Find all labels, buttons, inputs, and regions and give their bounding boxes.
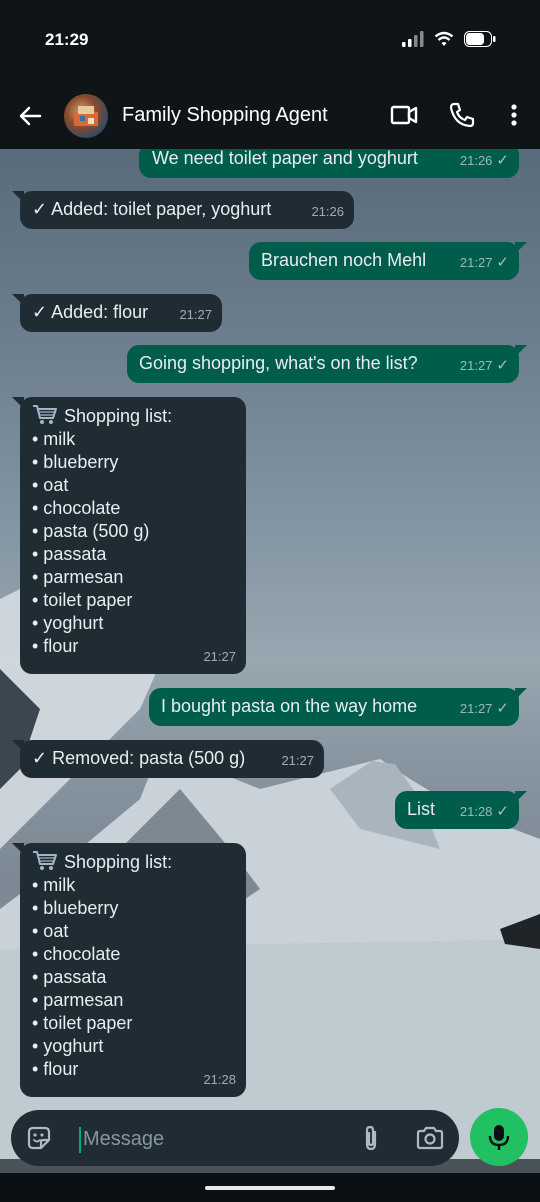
message-text: List: [407, 799, 436, 819]
avatar[interactable]: [64, 94, 108, 138]
message-time: 21:26: [311, 204, 344, 219]
list-title: Shopping list:: [64, 852, 173, 872]
list-header: Shopping list:: [32, 850, 234, 874]
message-incoming-list[interactable]: Shopping list: • milk • blueberry • oat …: [12, 397, 246, 674]
message-outgoing[interactable]: Going shopping, what's on the list? 21:2…: [127, 345, 527, 383]
message-meta: 21:28 ✓: [460, 800, 509, 823]
message-meta: 21:28: [203, 1068, 236, 1091]
message-text: ✓ Added: flour: [32, 302, 149, 322]
message-outgoing[interactable]: Brauchen noch Mehl 21:27 ✓: [249, 242, 527, 280]
message-meta: 21:27: [179, 303, 212, 326]
signal-icon: [402, 31, 424, 47]
back-arrow-icon[interactable]: [16, 102, 44, 130]
message-time: 21:27: [281, 753, 314, 768]
message-meta: 21:27 ✓: [460, 697, 509, 720]
message-meta: 21:27 ✓: [460, 251, 509, 274]
message-outgoing[interactable]: I bought pasta on the way home 21:27 ✓: [149, 688, 527, 726]
message-text: ✓ Removed: pasta (500 g): [32, 748, 246, 768]
message-time: 21:27: [459, 255, 493, 270]
attach-icon[interactable]: [359, 1124, 383, 1152]
list-item: • blueberry: [32, 898, 119, 918]
message-incoming[interactable]: ✓ Removed: pasta (500 g) 21:27: [12, 740, 324, 778]
mic-button[interactable]: [470, 1108, 528, 1166]
home-indicator[interactable]: [205, 1186, 335, 1190]
message-time: 21:26: [459, 153, 493, 168]
list-item: • passata: [32, 544, 107, 564]
list-item: • pasta (500 g): [32, 521, 150, 541]
message-text: Brauchen noch Mehl: [261, 250, 427, 270]
message-text: Going shopping, what's on the list?: [139, 353, 418, 373]
list-item: • chocolate: [32, 944, 121, 964]
phone-icon[interactable]: [447, 100, 477, 130]
message-incoming[interactable]: ✓ Added: toilet paper, yoghurt 21:26: [12, 191, 354, 229]
message-time: 21:28: [459, 804, 493, 819]
avatar-image: [74, 106, 98, 126]
chat-area[interactable]: We need toilet paper and yoghurt 21:26 ✓ …: [0, 149, 540, 1173]
message-meta: 21:27: [203, 645, 236, 668]
read-check-icon: ✓: [496, 803, 509, 820]
list-item: • milk: [32, 875, 76, 895]
list-header: Shopping list:: [32, 404, 234, 428]
message-incoming[interactable]: ✓ Added: flour 21:27: [12, 294, 222, 332]
cart-icon: [33, 405, 57, 424]
message-text: I bought pasta on the way home: [161, 696, 418, 716]
message-time: 21:27: [179, 307, 212, 322]
system-nav-bar: [0, 1173, 540, 1202]
message-text: ✓ Added: toilet paper, yoghurt: [32, 199, 272, 219]
message-composer[interactable]: Message: [11, 1110, 459, 1166]
message-meta: 21:27 ✓: [460, 354, 509, 377]
list-item: • milk: [32, 429, 76, 449]
wifi-icon: [434, 31, 454, 46]
camera-icon[interactable]: [415, 1124, 445, 1152]
list-item: • chocolate: [32, 498, 121, 518]
mic-icon: [488, 1125, 510, 1150]
list-item: • oat: [32, 921, 69, 941]
read-check-icon: ✓: [496, 152, 509, 169]
list-item: • toilet paper: [32, 1013, 133, 1033]
message-meta: 21:27: [281, 749, 314, 772]
message-outgoing[interactable]: List 21:28 ✓: [395, 791, 527, 829]
message-meta: 21:26 ✓: [460, 149, 509, 172]
list-item: • toilet paper: [32, 590, 133, 610]
status-time: 21:29: [45, 30, 89, 49]
message-meta: 21:26: [311, 200, 344, 223]
message-input[interactable]: Message: [79, 1127, 164, 1153]
list-item: • oat: [32, 475, 69, 495]
message-text: We need toilet paper and yoghurt: [152, 149, 418, 168]
message-time: 21:27: [203, 649, 236, 664]
read-check-icon: ✓: [496, 254, 509, 271]
list-item: • passata: [32, 967, 107, 987]
list-title: Shopping list:: [64, 406, 173, 426]
battery-icon: [464, 31, 496, 47]
list-item: • blueberry: [32, 452, 119, 472]
message-time: 21:27: [459, 701, 493, 716]
list-item: • yoghurt: [32, 613, 104, 633]
list-item: • parmesan: [32, 567, 124, 587]
list-item: • yoghurt: [32, 1036, 104, 1056]
chat-header: Family Shopping Agent: [0, 82, 540, 149]
status-bar: 21:29: [0, 0, 540, 82]
read-check-icon: ✓: [496, 357, 509, 374]
more-vert-icon[interactable]: [499, 100, 529, 130]
read-check-icon: ✓: [496, 700, 509, 717]
chat-title[interactable]: Family Shopping Agent: [122, 104, 328, 127]
sticker-icon[interactable]: [25, 1124, 53, 1152]
message-outgoing[interactable]: We need toilet paper and yoghurt 21:26 ✓: [139, 149, 519, 178]
message-time: 21:28: [203, 1072, 236, 1087]
cart-icon: [33, 851, 57, 870]
status-icons: [402, 31, 496, 47]
message-time: 21:27: [459, 358, 493, 373]
list-item: • parmesan: [32, 990, 124, 1010]
message-incoming-list[interactable]: Shopping list: • milk • blueberry • oat …: [12, 843, 246, 1097]
video-call-icon[interactable]: [389, 100, 419, 130]
